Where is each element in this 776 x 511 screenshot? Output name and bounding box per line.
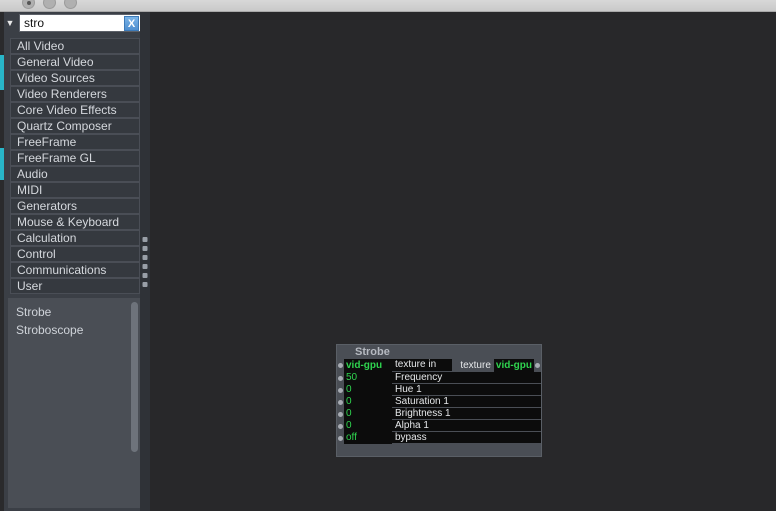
sidebar-item-video-sources[interactable]: Video Sources	[10, 70, 140, 86]
sidebar-item-mouse-keyboard[interactable]: Mouse & Keyboard	[10, 214, 140, 230]
node-title: Strobe	[355, 346, 390, 358]
node-strobe[interactable]: Strobe vid-gpu texture in texture out vi…	[336, 344, 542, 457]
param-row-brightness-1[interactable]: 0 Brightness 1	[337, 408, 541, 420]
sidebar-item-all-video[interactable]: All Video	[10, 38, 140, 54]
close-button[interactable]	[22, 0, 35, 9]
handle-dot	[142, 236, 148, 242]
sidebar-item-freeframe-gl[interactable]: FreeFrame GL	[10, 150, 140, 166]
handle-dot	[142, 272, 148, 278]
param-value-saturation-1[interactable]: 0	[344, 396, 392, 408]
handle-dot	[142, 281, 148, 287]
sidebar-item-control[interactable]: Control	[10, 246, 140, 262]
node-io-row: vid-gpu texture in texture out vid-gpu	[337, 359, 541, 384]
triangle-down-icon[interactable]: ▼	[4, 15, 16, 31]
sidebar-item-user[interactable]: User	[10, 278, 140, 294]
param-row-alpha-1[interactable]: 0 Alpha 1	[337, 420, 541, 432]
sidebar-item-core-video-effects[interactable]: Core Video Effects	[10, 102, 140, 118]
param-label-alpha-1: Alpha 1	[392, 420, 541, 432]
input-value-texture-in[interactable]: vid-gpu	[344, 359, 392, 372]
list-item[interactable]: Stroboscope	[8, 321, 140, 339]
drag-handle-icon[interactable]	[142, 236, 148, 287]
param-label-hue-1: Hue 1	[392, 384, 541, 396]
param-label-frequency: Frequency	[392, 372, 541, 384]
output-value-texture-out[interactable]: vid-gpu	[493, 359, 534, 372]
handle-dot	[142, 245, 148, 251]
input-label-texture-in: texture in	[392, 359, 452, 372]
sidebar-item-quartz-composer[interactable]: Quartz Composer	[10, 118, 140, 134]
input-port-alpha-1[interactable]	[337, 420, 344, 432]
node-parameter-rows: 50 Frequency 0 Hue 1 0 Saturation 1 0 Br	[337, 372, 541, 444]
sidebar-item-freeframe[interactable]: FreeFrame	[10, 134, 140, 150]
param-row-hue-1[interactable]: 0 Hue 1	[337, 384, 541, 396]
param-value-frequency[interactable]: 50	[344, 372, 392, 384]
handle-dot	[142, 263, 148, 269]
clear-search-icon[interactable]: X	[124, 16, 139, 31]
input-port-bypass[interactable]	[337, 432, 344, 444]
sidebar-item-video-renderers[interactable]: Video Renderers	[10, 86, 140, 102]
sidebar-item-generators[interactable]: Generators	[10, 198, 140, 214]
window-titlebar	[0, 0, 776, 12]
patch-canvas[interactable]: Strobe vid-gpu texture in texture out vi…	[150, 12, 776, 511]
application-window: ▼ X All Video General Video Video Source…	[0, 0, 776, 511]
sidebar-item-general-video[interactable]: General Video	[10, 54, 140, 70]
node-body-filler	[337, 444, 541, 456]
param-row-frequency[interactable]: 50 Frequency	[337, 372, 541, 384]
input-port-brightness-1[interactable]	[337, 408, 344, 420]
minimize-button[interactable]	[43, 0, 56, 9]
param-value-hue-1[interactable]: 0	[344, 384, 392, 396]
input-port-saturation-1[interactable]	[337, 396, 344, 408]
param-value-bypass[interactable]: off	[344, 432, 392, 444]
param-value-alpha-1[interactable]: 0	[344, 420, 392, 432]
handle-dot	[142, 254, 148, 260]
param-value-brightness-1[interactable]: 0	[344, 408, 392, 420]
input-port-texture-in[interactable]	[337, 359, 344, 372]
category-list: All Video General Video Video Sources Vi…	[10, 38, 140, 294]
search-field[interactable]: X	[19, 14, 141, 32]
zoom-button[interactable]	[64, 0, 77, 9]
param-label-brightness-1: Brightness 1	[392, 408, 541, 420]
param-row-bypass[interactable]: off bypass	[337, 432, 541, 444]
output-label-texture-out: texture out	[460, 360, 491, 384]
sidebar-item-audio[interactable]: Audio	[10, 166, 140, 182]
search-toolbar: ▼ X	[4, 13, 148, 33]
sidebar-item-midi[interactable]: MIDI	[10, 182, 140, 198]
sidebar-item-calculation[interactable]: Calculation	[10, 230, 140, 246]
param-row-saturation-1[interactable]: 0 Saturation 1	[337, 396, 541, 408]
search-results-list: Strobe Stroboscope	[8, 298, 140, 508]
sidebar-item-communications[interactable]: Communications	[10, 262, 140, 278]
output-port-texture-out[interactable]	[534, 359, 541, 372]
window-controls	[22, 0, 77, 9]
param-label-bypass: bypass	[392, 432, 541, 444]
results-scrollbar[interactable]	[131, 302, 138, 452]
input-port-frequency[interactable]	[337, 372, 344, 384]
search-input[interactable]	[20, 15, 116, 31]
input-port-hue-1[interactable]	[337, 384, 344, 396]
param-label-saturation-1: Saturation 1	[392, 396, 541, 408]
list-item[interactable]: Strobe	[8, 303, 140, 321]
panel-splitter[interactable]	[140, 12, 150, 511]
